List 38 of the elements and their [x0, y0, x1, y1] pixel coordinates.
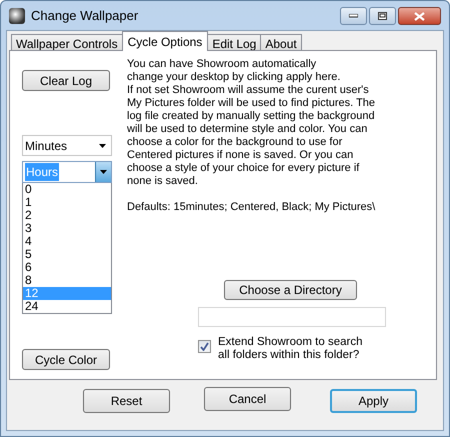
- tab[interactable]: Wallpaper Controls: [11, 34, 123, 51]
- maximize-button[interactable]: [369, 7, 396, 25]
- app-icon: [9, 8, 25, 24]
- minimize-button[interactable]: [340, 7, 367, 25]
- footer-button[interactable]: Apply: [330, 389, 417, 413]
- dropdown-arrow-icon: [99, 144, 106, 148]
- window-title: Change Wallpaper: [31, 9, 138, 22]
- minimize-icon: [349, 14, 358, 18]
- list-option[interactable]: 6: [23, 261, 111, 274]
- tab[interactable]: Cycle Options: [122, 31, 208, 51]
- list-option[interactable]: 1: [23, 196, 111, 209]
- extend-checkbox[interactable]: [198, 340, 211, 353]
- close-button[interactable]: [398, 7, 441, 25]
- list-option[interactable]: 8: [23, 274, 111, 287]
- combo-arrow-button[interactable]: [95, 162, 111, 182]
- clear-log-button[interactable]: Clear Log: [22, 70, 110, 91]
- tab[interactable]: About: [260, 34, 302, 51]
- cycle-color-button[interactable]: Cycle Color: [22, 349, 110, 370]
- close-icon: [414, 12, 425, 20]
- tab[interactable]: Edit Log: [207, 34, 262, 51]
- list-option[interactable]: 2: [23, 209, 111, 222]
- choose-directory-button[interactable]: Choose a Directory: [224, 280, 357, 300]
- footer-button[interactable]: Reset: [83, 389, 170, 413]
- list-option[interactable]: 3: [23, 222, 111, 235]
- defaults-text: Defaults: 15minutes; Centered, Black; My Pictures\: [127, 201, 376, 214]
- checkbox-label: Extend Showroom to search all folders within this folder?: [218, 336, 362, 362]
- dropdown-value: Minutes: [25, 138, 68, 154]
- list-option[interactable]: 0: [23, 183, 111, 196]
- dropdown-arrow-icon: [100, 170, 107, 174]
- list-option[interactable]: 24: [23, 300, 111, 313]
- footer-button[interactable]: Cancel: [204, 387, 291, 411]
- description-text: You can have Showroom automatically change your desktop by clicking apply here. If not set Showroom will assume the curent user's My Pictures folder will be used to find pictures. The log file created by manually setting the background will be used to determine style and color. You can choose a color for the background to use for Centered pictures if none is saved. Or you can choose a style of your choice for every picture if none is saved.: [127, 58, 376, 188]
- combo-value: Hours: [25, 163, 60, 181]
- list-option[interactable]: 4: [23, 235, 111, 248]
- directory-field[interactable]: [198, 307, 386, 327]
- unit-dropdown[interactable]: Minutes: [22, 135, 112, 156]
- maximize-icon: [378, 12, 387, 20]
- list-option[interactable]: 5: [23, 248, 111, 261]
